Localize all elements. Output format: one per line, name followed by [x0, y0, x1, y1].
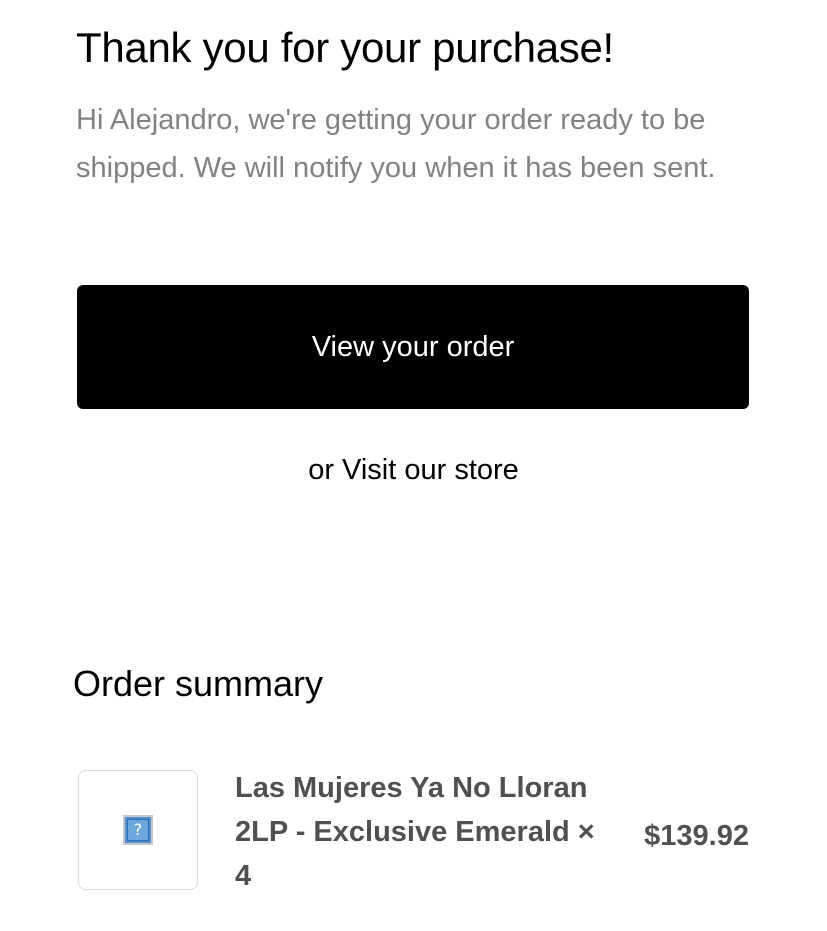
product-price: $139.92	[644, 820, 749, 852]
view-order-button[interactable]: View your order	[77, 285, 749, 409]
product-title: Las Mujeres Ya No Lloran 2LP - Exclusive…	[235, 772, 595, 892]
or-text: or	[308, 454, 334, 486]
order-summary-heading: Order summary	[73, 663, 324, 704]
page-title: Thank you for your purchase!	[76, 24, 614, 71]
product-thumbnail: ?	[78, 770, 198, 890]
order-line-item: ? Las Mujeres Ya No Lloran 2LP - Exclusi…	[0, 760, 827, 900]
visit-store-link[interactable]: Visit our store	[342, 454, 519, 486]
image-placeholder-glyph: ?	[127, 819, 149, 841]
view-order-button-label: View your order	[311, 330, 515, 363]
confirmation-message: Hi Alejandro, we're getting your order r…	[76, 104, 716, 184]
broken-image-icon: ?	[123, 815, 153, 845]
visit-store-line: or Visit our store	[0, 448, 827, 492]
